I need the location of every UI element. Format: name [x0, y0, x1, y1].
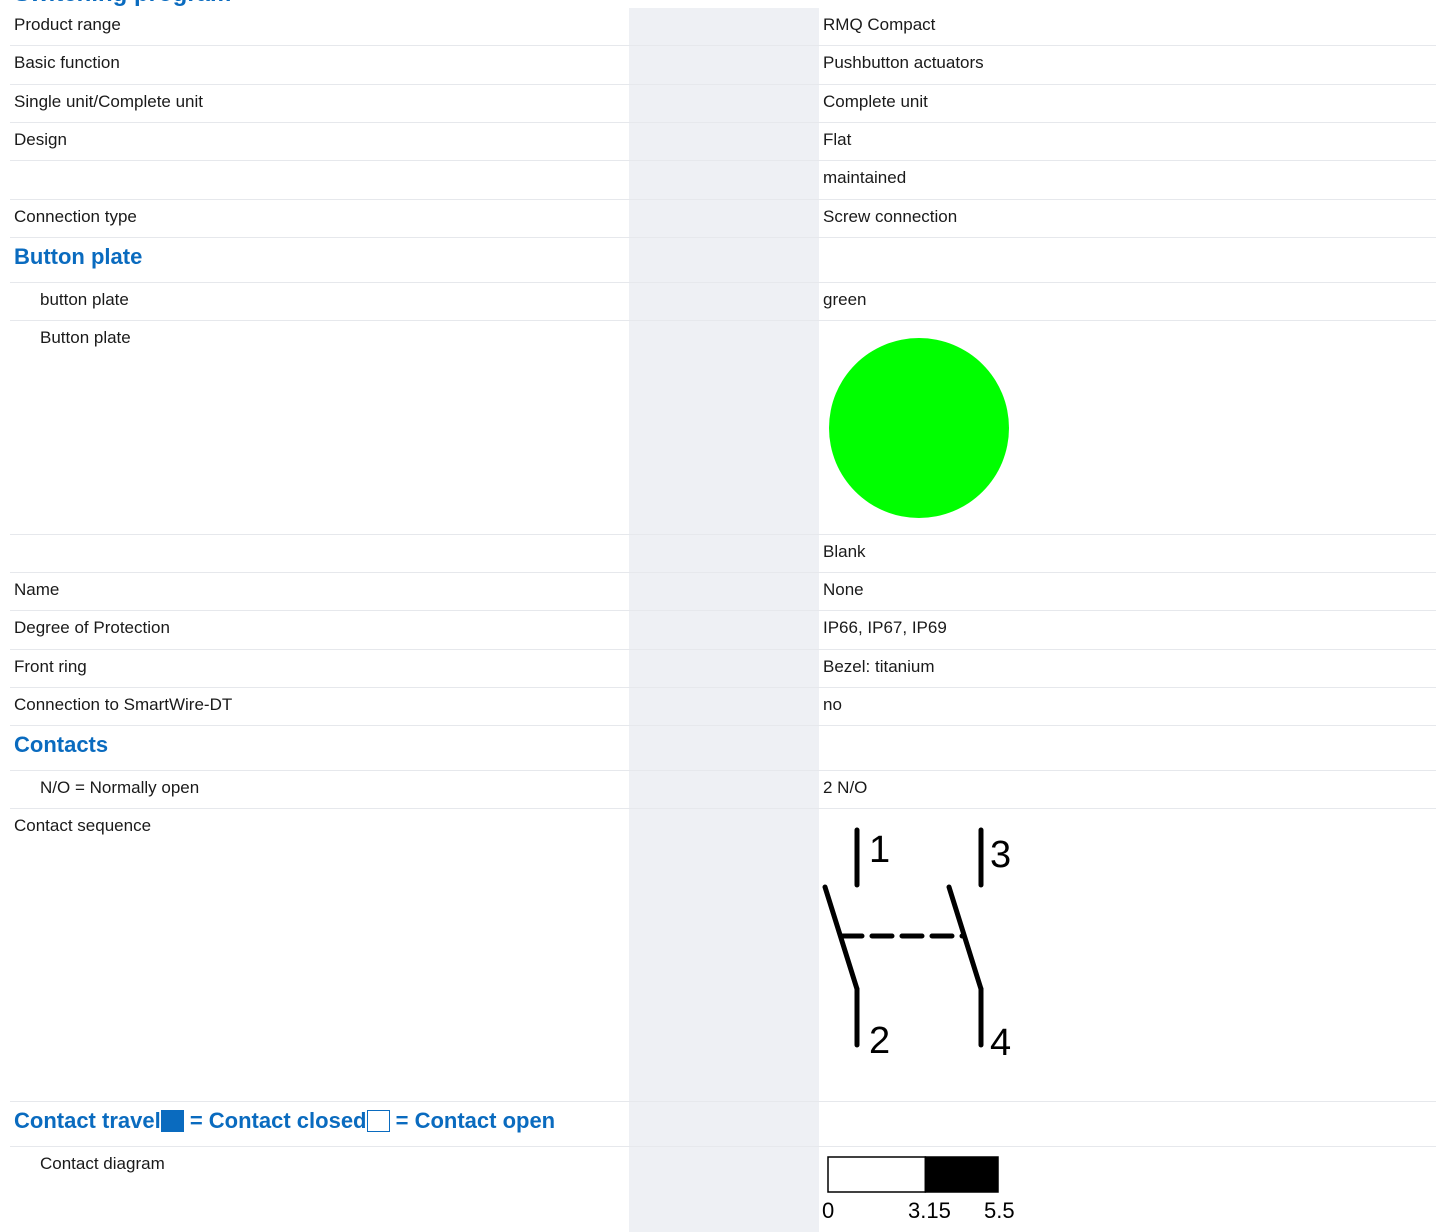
row-label: button plate — [40, 290, 129, 309]
row-name: Name None — [10, 573, 1436, 611]
row-value: Screw connection — [823, 207, 958, 226]
row-value: RMQ Compact — [823, 15, 936, 34]
travel-tick-0: 0 — [822, 1198, 834, 1223]
terminal-label-1: 1 — [869, 829, 890, 871]
row-value: Complete unit — [823, 92, 928, 111]
row-label: Connection type — [14, 207, 137, 226]
row-label: Connection to SmartWire-DT — [14, 695, 233, 714]
row-normally-open: N/O = Normally open 2 N/O — [10, 771, 1436, 809]
closed-legend-text: = Contact closed — [183, 1108, 367, 1133]
row-degree-of-protection: Degree of Protection IP66, IP67, IP69 — [10, 611, 1436, 650]
row-value: None — [823, 580, 864, 599]
terminal-label-4: 4 — [990, 1022, 1011, 1064]
travel-closed-segment — [924, 1156, 999, 1193]
row-label: Contact diagram — [40, 1154, 165, 1173]
button-plate-swatch — [829, 338, 1009, 518]
row-value: Pushbutton actuators — [823, 53, 984, 72]
travel-open-segment — [827, 1156, 927, 1193]
row-basic-function: Basic function Pushbutton actuators — [10, 46, 1436, 85]
row-design: Design Flat — [10, 123, 1436, 161]
row-label: Design — [14, 130, 67, 149]
row-contact-sequence: Contact sequence 1 2 3 4 — [10, 809, 1436, 1102]
row-label: Single unit/Complete unit — [14, 92, 204, 111]
row-smartwire-dt: Connection to SmartWire-DT no — [10, 688, 1436, 726]
row-value: IP66, IP67, IP69 — [823, 618, 947, 637]
row-value: Bezel: titanium — [823, 657, 935, 676]
section-contact-travel: Contact travel = Contact closed = Contac… — [10, 1102, 1436, 1147]
section-heading: Contact travel = Contact closed = Contac… — [14, 1108, 555, 1134]
row-product-range: Product range RMQ Compact — [10, 8, 1436, 46]
row-button-plate-color: button plate green — [10, 283, 1436, 321]
contact-travel-heading-text: Contact travel — [14, 1108, 161, 1133]
terminal-label-3: 3 — [990, 834, 1011, 876]
row-contact-diagram: Contact diagram 0 3.15 5.5 — [10, 1147, 1436, 1232]
row-label: Name — [14, 580, 60, 599]
contact-sequence-diagram: 1 2 3 4 — [822, 827, 1011, 1064]
row-design-mode: maintained — [10, 161, 1436, 200]
row-value: green — [823, 290, 867, 309]
section-button-plate: Button plate — [10, 238, 1436, 283]
row-label: Basic function — [14, 53, 120, 72]
row-value: Blank — [823, 542, 866, 561]
row-label: Product range — [14, 15, 121, 34]
row-label: Front ring — [14, 657, 87, 676]
section-heading: Button plate — [14, 244, 143, 269]
page-heading: Switching program — [14, 0, 231, 8]
row-value: no — [823, 695, 842, 714]
travel-tick-closed-start: 3.15 — [908, 1198, 951, 1223]
closed-legend-icon — [160, 1110, 184, 1132]
travel-tick-max: 5.5 — [984, 1198, 1015, 1223]
row-value: maintained — [823, 168, 907, 187]
open-legend-icon — [366, 1110, 390, 1132]
contact-travel-diagram: 0 3.15 5.5 — [822, 1156, 1015, 1223]
row-label: Degree of Protection — [14, 618, 170, 637]
section-contacts: Contacts — [10, 726, 1436, 771]
row-connection-type: Connection type Screw connection — [10, 200, 1436, 238]
row-button-plate-image: Button plate — [10, 321, 1436, 535]
terminal-label-2: 2 — [869, 1020, 890, 1062]
open-legend-text: = Contact open — [389, 1108, 556, 1133]
row-single-complete-unit: Single unit/Complete unit Complete unit — [10, 85, 1436, 123]
section-heading: Contacts — [14, 732, 109, 757]
row-front-ring: Front ring Bezel: titanium — [10, 650, 1436, 688]
row-label: N/O = Normally open — [40, 778, 200, 797]
row-value: 2 N/O — [823, 778, 868, 797]
row-button-plate-inscription: Blank — [10, 535, 1436, 573]
row-label: Contact sequence — [14, 816, 152, 835]
product-datasheet: Switching program Product range RMQ Comp… — [0, 0, 1436, 1232]
row-value: Flat — [823, 130, 852, 149]
row-label: Button plate — [40, 328, 131, 347]
